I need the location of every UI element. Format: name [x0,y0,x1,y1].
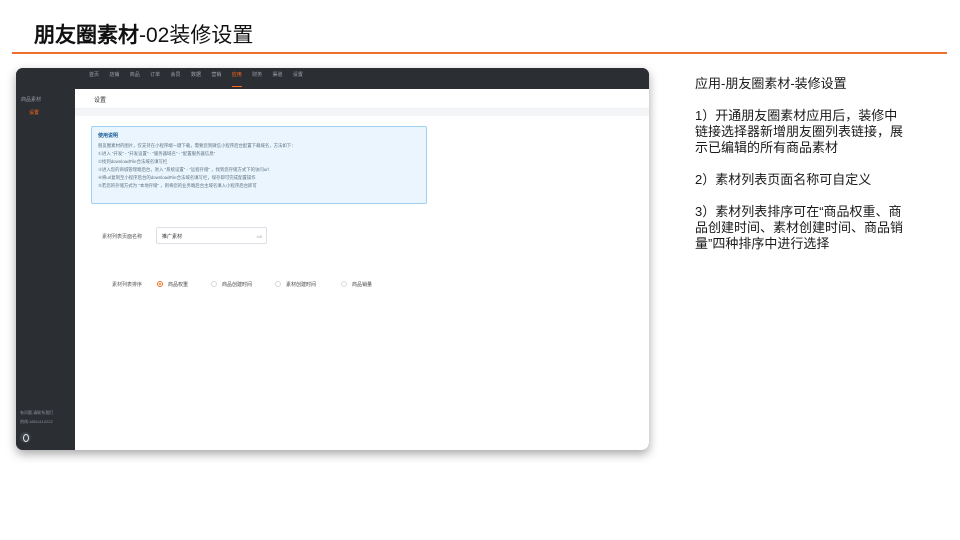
page-header: 设置 [75,89,649,109]
nav-item-apps[interactable]: 应用 [229,68,245,89]
nav-item-marketing[interactable]: 营销 [208,68,224,89]
description-point-1: 1）开通朋友圈素材应用后，装修中链接选择器新增朋友圈列表链接，展示已编辑的所有商… [695,108,904,155]
page-name-input[interactable]: 推广素材 4/8 [156,227,267,244]
notice-title: 使用说明 [98,133,119,139]
brand-logo-icon [20,432,31,443]
description-point-3: 3）素材列表排序可在“商品权重、商品创建时间、素材创建时间、商品销量”四种排序中… [695,204,904,251]
page-title: 设置 [94,98,107,104]
radio-unchecked-icon [341,281,347,287]
sort-field-label: 素材列表排序 [112,282,143,288]
top-nav-menu: 首页 店铺 商品 订单 会员 数据 营销 应用 财务 渠道 设置 [86,68,310,89]
slide-title: 朋友圈素材-02装修设置 [34,19,253,49]
usage-notice: 使用说明 朋友圈素材的图片，仅支持在小程序端一键下载，需要您到微信小程序后台配置… [91,126,427,204]
sort-option-product-sales[interactable]: 商品销量 [341,279,372,289]
top-navigation-bar: 首页 店铺 商品 订单 会员 数据 营销 应用 财务 渠道 设置 [16,68,649,89]
nav-item-shop[interactable]: 店铺 [106,68,122,89]
app-screenshot: 首页 店铺 商品 订单 会员 数据 营销 应用 财务 渠道 设置 商品素材 设置… [16,68,649,450]
sidebar-heading: 商品素材 [21,97,42,103]
sidebar: 商品素材 设置 有问题,请联系我们 热线:18511112222 [16,89,75,450]
slide-title-rest: -02装修设置 [139,24,254,47]
sort-option-product-created[interactable]: 商品创建时间 [211,279,252,289]
name-field-label: 素材列表页面名称 [102,234,143,240]
radio-label: 素材创建时间 [286,281,317,288]
sidebar-item-settings[interactable]: 设置 [29,109,39,116]
main-content: 设置 使用说明 朋友圈素材的图片，仅支持在小程序端一键下载，需要您到微信小程序后… [75,89,649,450]
sidebar-hotline-text: 热线:18511112222 [20,419,53,424]
nav-item-finance[interactable]: 财务 [249,68,265,89]
char-counter: 4/8 [256,234,262,239]
slide-title-bold: 朋友圈素材 [34,24,139,47]
nav-item-home[interactable]: 首页 [86,68,102,89]
nav-item-channels[interactable]: 渠道 [270,68,286,89]
nav-item-members[interactable]: 会员 [168,68,184,89]
sidebar-contact-text: 有问题,请联系我们 [20,410,54,415]
notice-line: ①进入 "开发" - "开发设置" - "服务器域名" - "配置服务器信息" [98,151,216,156]
radio-checked-icon [157,281,163,287]
sort-option-product-weight[interactable]: 商品权重 [157,279,188,289]
radio-label: 商品权重 [168,281,189,288]
notice-line: ⑤若您的存储方式为 "本地存储" ，则将您的业务端后台主域名填入小程序后台即可 [98,183,257,188]
radio-unchecked-icon [211,281,217,287]
title-divider [12,52,947,54]
nav-item-orders[interactable]: 订单 [147,68,163,89]
notice-line: 朋友圈素材的图片，仅支持在小程序端一键下载，需要您到微信小程序后台配置下载域名，… [98,143,296,148]
radio-label: 商品销量 [352,281,373,288]
page-name-value: 推广素材 [162,234,183,240]
nav-item-settings[interactable]: 设置 [290,68,306,89]
notice-line: ③进入您的商城管理端后台，进入 "系统设置" - "远程存储" ，找到您存储方式… [98,167,269,172]
header-spacer [75,109,649,116]
radio-unchecked-icon [275,281,281,287]
nav-item-products[interactable]: 商品 [127,68,143,89]
notice-line: ④将url复制至小程序后台的downloadFile合法域名填写栏，保存即可完成… [98,175,256,180]
notice-line: ②找到downloadFile合法域名填写栏 [98,159,168,164]
nav-item-data[interactable]: 数据 [188,68,204,89]
description-point-2: 2）素材列表页面名称可自定义 [695,172,872,187]
radio-label: 商品创建时间 [222,281,253,288]
sort-option-material-created[interactable]: 素材创建时间 [275,279,316,289]
description-heading: 应用-朋友圈素材-装修设置 [695,76,847,91]
